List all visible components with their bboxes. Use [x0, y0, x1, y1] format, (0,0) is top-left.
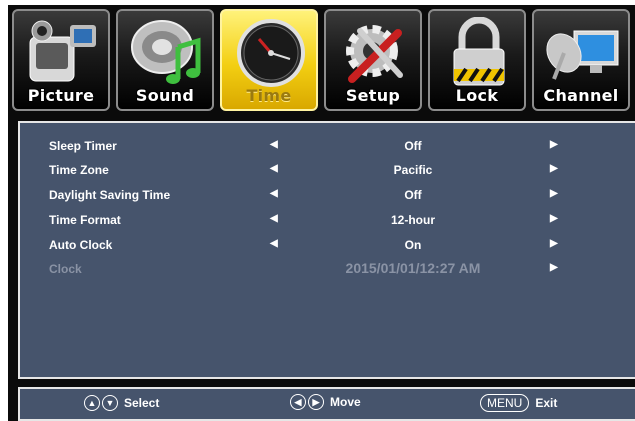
- tab-label-lock: Lock: [455, 86, 499, 105]
- move-hint-label: Move: [330, 395, 361, 409]
- setting-label: Time Format: [49, 213, 121, 227]
- setting-value: Off: [404, 188, 422, 202]
- tab-label-time: Time: [246, 86, 292, 105]
- exit-hint-label: Exit: [535, 396, 558, 410]
- left-arrow-icon: ◀: [290, 394, 306, 410]
- menu-key-icon: MENU: [480, 394, 530, 412]
- menu-tab-bar: Picture Sound Time Setup Lock Channel: [12, 9, 635, 113]
- left-arrow-icon[interactable]: ◀: [270, 213, 278, 224]
- left-arrow-icon[interactable]: ◀: [270, 238, 278, 249]
- right-arrow-icon[interactable]: ▶: [550, 238, 558, 249]
- tab-label-picture: Picture: [27, 86, 95, 105]
- setting-label: Auto Clock: [49, 238, 113, 252]
- padlock-icon: [453, 17, 505, 86]
- setting-value: Off: [404, 139, 422, 153]
- left-arrow-icon[interactable]: ◀: [270, 163, 278, 174]
- right-arrow-icon[interactable]: ▶: [550, 188, 558, 199]
- right-arrow-icon[interactable]: ▶: [550, 262, 558, 273]
- left-arrow-icon[interactable]: ◀: [270, 139, 278, 150]
- tab-label-setup: Setup: [345, 86, 401, 105]
- right-arrow-icon[interactable]: ▶: [550, 213, 558, 224]
- setting-value: On: [404, 238, 422, 252]
- right-arrow-icon[interactable]: ▶: [550, 163, 558, 174]
- select-hint: ▲ ▼ Select: [84, 395, 159, 411]
- tab-time[interactable]: Time: [220, 9, 318, 111]
- tv-osd-menu: Picture Sound Time Setup Lock Channel Sl…: [8, 5, 635, 421]
- gear-tools-icon: [346, 25, 403, 83]
- setting-label: Time Zone: [49, 163, 109, 177]
- up-arrow-icon: ▲: [84, 395, 100, 411]
- key-hint-bar: ▲ ▼ Select ◀ ▶ Move MENU Exit: [18, 387, 635, 421]
- tab-label-channel: Channel: [543, 86, 619, 105]
- setting-row-clock[interactable]: Clock 2015/01/01/12:27 AM ▶: [20, 260, 635, 280]
- setting-row-time-zone[interactable]: Time Zone ◀ Pacific ▶: [20, 161, 635, 181]
- select-hint-label: Select: [124, 396, 160, 410]
- tab-setup[interactable]: Setup: [324, 9, 422, 111]
- exit-hint: MENU Exit: [480, 394, 557, 412]
- time-settings-panel: Sleep Timer ◀ Off ▶ Time Zone ◀ Pacific …: [18, 121, 635, 379]
- setting-value: Pacific: [393, 163, 433, 177]
- speaker-music-note-icon: [131, 20, 201, 84]
- down-arrow-icon: ▼: [102, 395, 118, 411]
- left-arrow-icon[interactable]: ◀: [270, 188, 278, 199]
- right-arrow-icon: ▶: [308, 394, 324, 410]
- right-arrow-icon[interactable]: ▶: [550, 139, 558, 150]
- setting-row-sleep-timer[interactable]: Sleep Timer ◀ Off ▶: [20, 137, 635, 157]
- camcorder-icon: [29, 20, 96, 82]
- tab-channel[interactable]: Channel: [532, 9, 630, 111]
- setting-value: 2015/01/01/12:27 AM: [345, 260, 481, 276]
- move-hint: ◀ ▶ Move: [290, 394, 361, 410]
- satellite-monitor-icon: [546, 30, 619, 80]
- setting-row-daylight-saving-time[interactable]: Daylight Saving Time ◀ Off ▶: [20, 186, 635, 206]
- tab-sound[interactable]: Sound: [116, 9, 214, 111]
- setting-label: Daylight Saving Time: [49, 188, 171, 202]
- setting-label: Clock: [49, 262, 82, 276]
- clock-icon: [237, 19, 305, 87]
- setting-value: 12-hour: [390, 213, 435, 227]
- tab-label-sound: Sound: [135, 86, 195, 105]
- setting-row-time-format[interactable]: Time Format ◀ 12-hour ▶: [20, 211, 635, 231]
- tab-picture[interactable]: Picture: [12, 9, 110, 111]
- setting-label: Sleep Timer: [49, 139, 117, 153]
- tab-lock[interactable]: Lock: [428, 9, 526, 111]
- setting-row-auto-clock[interactable]: Auto Clock ◀ On ▶: [20, 236, 635, 256]
